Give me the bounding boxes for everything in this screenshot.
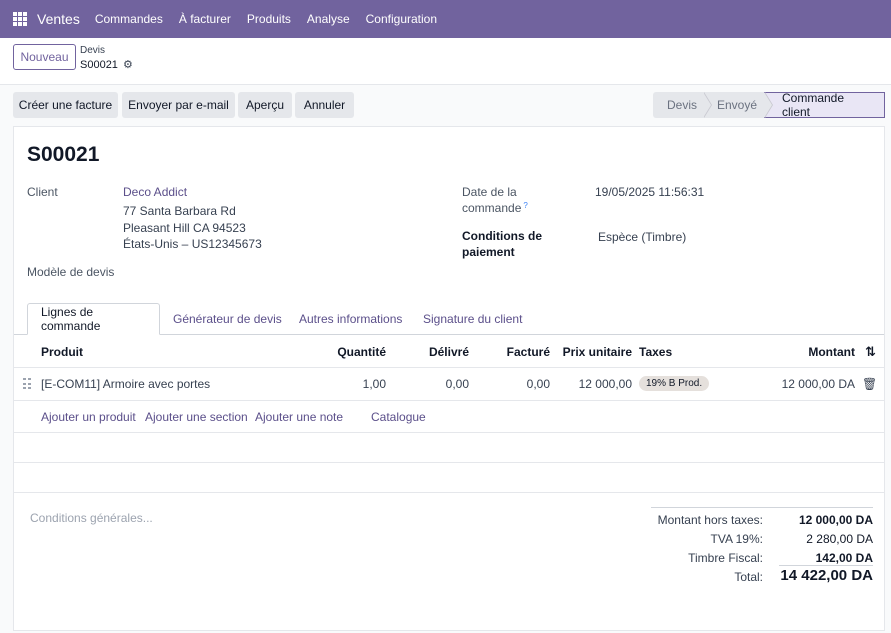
vat-value: 2 280,00 DA xyxy=(806,532,873,546)
col-unit-price[interactable]: Prix unitaire xyxy=(559,336,632,368)
order-date-label-line1: Date de la xyxy=(462,185,517,199)
tab-quote-builder[interactable]: Générateur de devis xyxy=(160,303,295,335)
client-name-link[interactable]: Deco Addict xyxy=(123,185,187,199)
notebook-tabs: Lignes de commande Générateur de devis A… xyxy=(14,303,884,335)
col-delivered[interactable]: Délivré xyxy=(398,336,469,368)
total-value: 14 422,00 DA xyxy=(780,567,873,584)
order-date-label-text: commande xyxy=(462,201,522,215)
new-button[interactable]: Nouveau xyxy=(13,44,76,70)
terms-conditions-field[interactable]: Conditions générales... xyxy=(30,511,153,525)
apps-menu-icon[interactable] xyxy=(13,12,27,26)
cell-invoiced[interactable]: 0,00 xyxy=(480,368,550,400)
nav-item-commandes[interactable]: Commandes xyxy=(95,12,163,26)
cell-amount: 12 000,00 DA xyxy=(781,377,855,391)
nav-item-analyse[interactable]: Analyse xyxy=(307,12,350,26)
cell-quantity[interactable]: 1,00 xyxy=(314,368,386,400)
payment-terms-label-line1: Conditions de xyxy=(462,229,542,243)
breadcrumb-current: S00021 ⚙ xyxy=(80,58,133,72)
create-invoice-button[interactable]: Créer une facture xyxy=(13,92,118,118)
order-lines-header: Produit Quantité Délivré Facturé Prix un… xyxy=(14,336,884,368)
catalog-link[interactable]: Catalogue xyxy=(371,401,426,433)
add-line-row: Ajouter un produit Ajouter une section A… xyxy=(14,401,884,433)
gear-icon[interactable]: ⚙ xyxy=(123,58,133,71)
client-address-line1: 77 Santa Barbara Rd xyxy=(123,204,236,218)
cell-product[interactable]: [E-COM11] Armoire avec portes xyxy=(41,368,210,400)
payment-terms-label-line2: paiement xyxy=(462,245,515,259)
order-date-label-line2: commande? xyxy=(462,201,528,215)
breadcrumb-parent[interactable]: Devis xyxy=(80,45,105,56)
col-taxes[interactable]: Taxes xyxy=(639,336,672,368)
untaxed-amount-label: Montant hors taxes: xyxy=(657,513,763,527)
cancel-button[interactable]: Annuler xyxy=(295,92,354,118)
column-settings-icon[interactable]: ⇅ xyxy=(865,336,876,368)
payment-terms-value[interactable]: Espèce (Timbre) xyxy=(598,230,686,244)
quotation-template-label: Modèle de devis xyxy=(27,265,115,279)
empty-row xyxy=(14,463,884,493)
add-product-link[interactable]: Ajouter un produit xyxy=(41,401,136,433)
send-email-button[interactable]: Envoyer par e-mail xyxy=(122,92,235,118)
col-amount[interactable]: Montant xyxy=(774,336,855,368)
cell-delivered[interactable]: 0,00 xyxy=(398,368,469,400)
client-label: Client xyxy=(27,185,58,199)
totals-summary: Montant hors taxes: 12 000,00 DA TVA 19%… xyxy=(651,507,873,587)
table-row[interactable]: [E-COM11] Armoire avec portes 1,00 0,00 … xyxy=(14,368,884,401)
control-panel: Nouveau Devis S00021 ⚙ xyxy=(0,38,891,85)
tab-other-info[interactable]: Autres informations xyxy=(286,303,415,335)
vat-label: TVA 19%: xyxy=(710,532,763,546)
stamp-label: Timbre Fiscal: xyxy=(688,551,763,565)
stage-envoye-label: Envoyé xyxy=(717,98,758,112)
status-bar: Devis Envoyé Commande client xyxy=(653,91,885,119)
page-title: S00021 xyxy=(27,143,100,166)
stage-devis-label: Devis xyxy=(667,98,698,112)
col-product[interactable]: Produit xyxy=(41,336,83,368)
untaxed-amount-value: 12 000,00 DA xyxy=(798,513,873,527)
breadcrumb-current-label: S00021 xyxy=(80,58,118,71)
total-label: Total: xyxy=(734,570,763,584)
preview-button[interactable]: Aperçu xyxy=(238,92,292,118)
total-row: Total: 14 422,00 DA xyxy=(651,565,873,587)
col-invoiced[interactable]: Facturé xyxy=(480,336,550,368)
untaxed-amount-row: Montant hors taxes: 12 000,00 DA xyxy=(651,508,873,527)
app-brand[interactable]: Ventes xyxy=(37,11,80,27)
nav-item-a-facturer[interactable]: À facturer xyxy=(179,12,231,26)
add-section-link[interactable]: Ajouter une section xyxy=(145,401,248,433)
stamp-row: Timbre Fiscal: 142,00 DA xyxy=(651,546,873,565)
tax-badge[interactable]: 19% B Prod. xyxy=(639,376,710,391)
drag-handle-icon[interactable] xyxy=(23,378,31,390)
nav-item-produits[interactable]: Produits xyxy=(247,12,291,26)
trash-icon[interactable]: 🗑 xyxy=(862,368,877,400)
vat-row: TVA 19%: 2 280,00 DA xyxy=(651,527,873,546)
add-note-link[interactable]: Ajouter une note xyxy=(255,401,343,433)
order-date-value[interactable]: 19/05/2025 11:56:31 xyxy=(595,185,704,199)
form-sheet: S00021 Client Deco Addict 77 Santa Barba… xyxy=(13,126,885,631)
empty-row xyxy=(14,433,884,463)
stage-devis[interactable]: Devis xyxy=(653,92,712,118)
stage-commande-client[interactable]: Commande client xyxy=(764,91,885,119)
client-address-line3: États-Unis – US12345673 xyxy=(123,237,262,251)
tab-customer-signature[interactable]: Signature du client xyxy=(410,303,535,335)
cell-unit-price[interactable]: 12 000,00 xyxy=(559,368,632,400)
client-address-line2: Pleasant Hill CA 94523 xyxy=(123,221,246,235)
stage-commande-client-label: Commande client xyxy=(782,91,845,119)
col-quantity[interactable]: Quantité xyxy=(314,336,386,368)
top-navbar: Ventes Commandes À facturer Produits Ana… xyxy=(0,0,891,38)
nav-item-configuration[interactable]: Configuration xyxy=(366,12,437,26)
stage-envoye[interactable]: Envoyé xyxy=(703,92,773,118)
tab-order-lines[interactable]: Lignes de commande xyxy=(27,303,160,335)
help-tooltip-icon[interactable]: ? xyxy=(523,201,527,210)
stamp-value: 142,00 DA xyxy=(815,551,873,565)
